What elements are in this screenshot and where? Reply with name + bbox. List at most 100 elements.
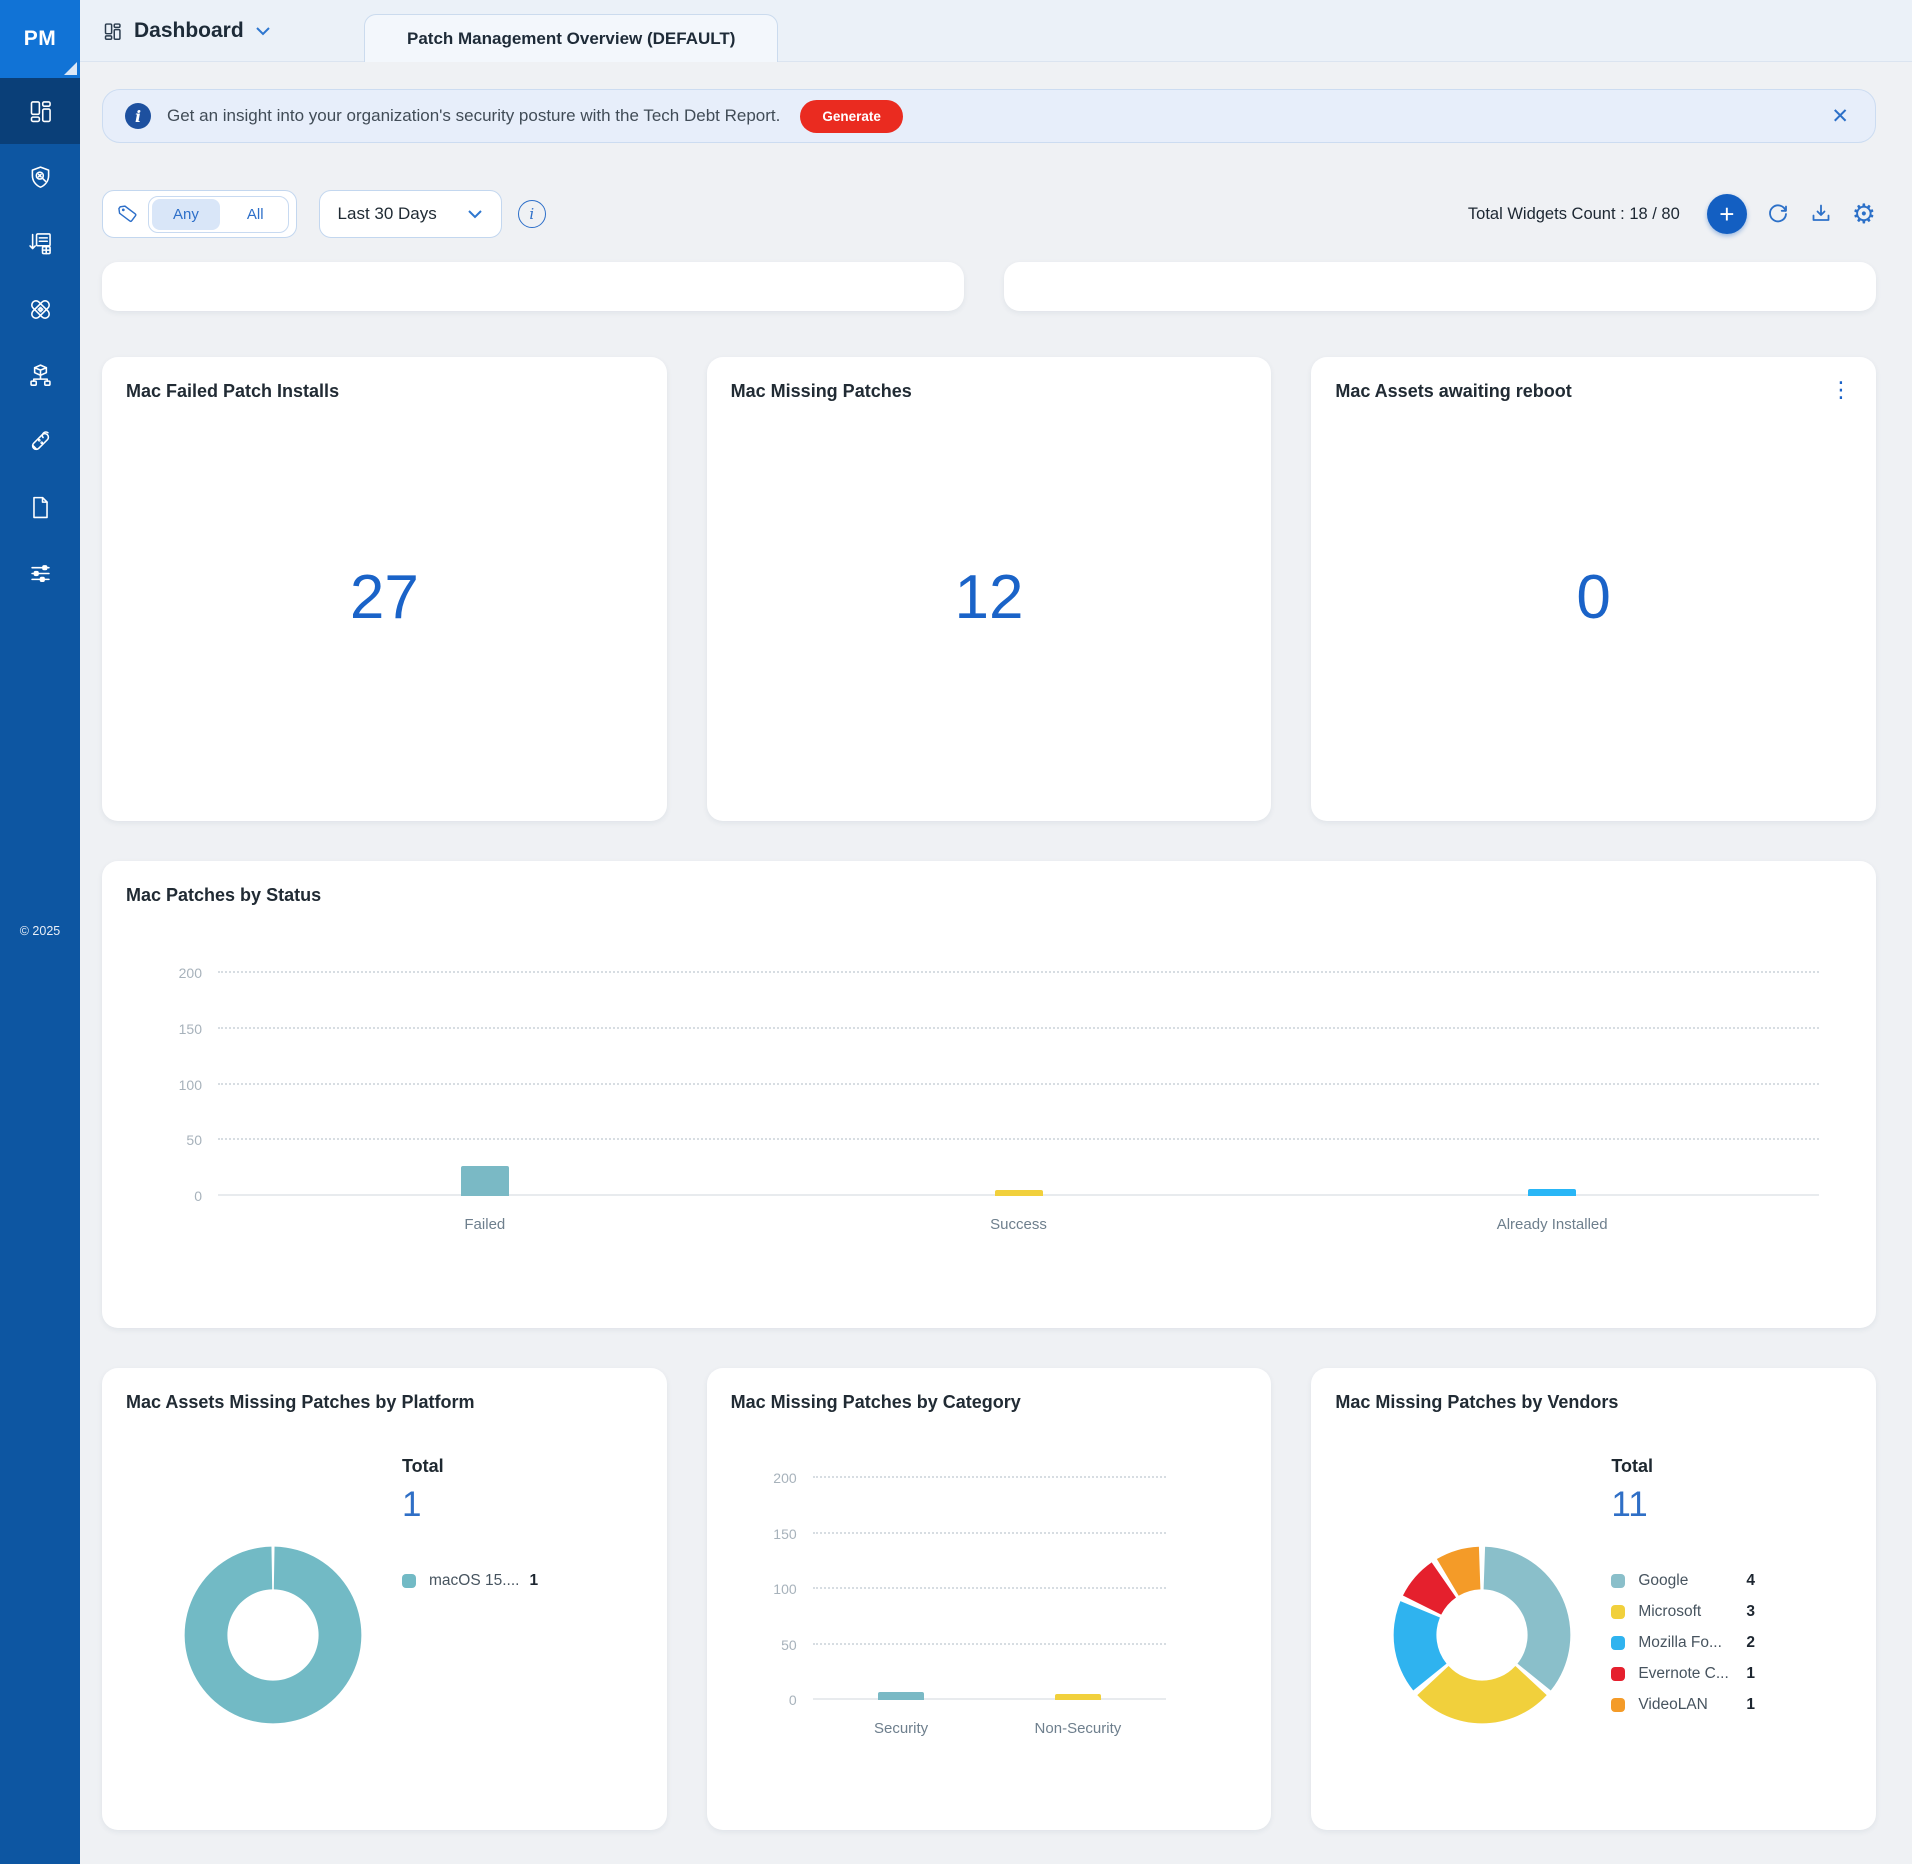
legend-item[interactable]: VideoLAN 1 xyxy=(1611,1689,1755,1720)
gridline: 100 xyxy=(218,1083,1819,1085)
legend-count: 4 xyxy=(1746,1572,1755,1590)
date-range-value: Last 30 Days xyxy=(338,204,437,224)
x-category-label: Security xyxy=(874,1720,928,1737)
sidebar-item-tools[interactable] xyxy=(0,408,80,474)
legend-swatch xyxy=(1611,1605,1625,1619)
y-tick-label: 100 xyxy=(179,1077,202,1093)
legend-label: Mozilla Fo... xyxy=(1638,1634,1746,1652)
network-inventory-icon xyxy=(27,362,54,389)
legend-count: 1 xyxy=(1746,1696,1755,1714)
donut-slice-microsoft[interactable] xyxy=(1418,1666,1547,1723)
widget-menu-kebab-icon[interactable]: ⋮ xyxy=(1822,373,1860,407)
settings-gear-icon: ⚙ xyxy=(1852,201,1876,228)
total-value: 11 xyxy=(1611,1485,1755,1525)
dashboard-grid-icon xyxy=(102,21,123,42)
bar-non-security[interactable] xyxy=(1055,1694,1101,1700)
stat-value: 0 xyxy=(1311,562,1876,633)
legend-swatch xyxy=(402,1574,416,1588)
widget-title: Mac Missing Patches by Category xyxy=(731,1392,1021,1413)
sidebar-item-dashboard[interactable] xyxy=(0,78,80,144)
security-scan-icon xyxy=(27,164,54,191)
legend-label: Microsoft xyxy=(1638,1603,1746,1621)
y-tick-label: 200 xyxy=(179,965,202,981)
sidebar-item-deploy[interactable] xyxy=(0,210,80,276)
bar-success[interactable] xyxy=(995,1190,1043,1196)
y-tick-label: 150 xyxy=(179,1021,202,1037)
widget-mac-assets-awaiting-reboot[interactable]: Mac Assets awaiting reboot ⋮ 0 xyxy=(1311,357,1876,821)
legend-swatch xyxy=(1611,1667,1625,1681)
settings-button[interactable]: ⚙ xyxy=(1852,201,1876,228)
legend-item[interactable]: Mozilla Fo... 2 xyxy=(1611,1627,1755,1658)
donut-chart-platform[interactable] xyxy=(178,1540,368,1730)
info-icon[interactable]: i xyxy=(518,200,546,228)
legend-item[interactable]: macOS 15.... 1 xyxy=(402,1565,538,1596)
legend-item[interactable]: Evernote C... 1 xyxy=(1611,1658,1755,1689)
widget-mac-patches-by-status: Mac Patches by Status 050100150200Failed… xyxy=(102,861,1876,1328)
legend: Google 4 Microsoft 3 Mozilla Fo... 2 xyxy=(1611,1565,1755,1720)
x-category-label: Failed xyxy=(464,1216,505,1233)
legend-item[interactable]: Google 4 xyxy=(1611,1565,1755,1596)
widget-mac-assets-missing-patches-by-platform: Mac Assets Missing Patches by Platform T… xyxy=(102,1368,667,1830)
match-option-any[interactable]: Any xyxy=(152,199,220,230)
copyright: © 2025 xyxy=(0,924,80,938)
donut-chart-vendors[interactable] xyxy=(1387,1540,1577,1730)
sidebar-item-settings[interactable] xyxy=(0,540,80,606)
sliders-icon xyxy=(27,560,54,587)
widget-mac-missing-patches[interactable]: Mac Missing Patches 12 xyxy=(707,357,1272,821)
legend-swatch xyxy=(1611,1698,1625,1712)
bar-failed[interactable] xyxy=(461,1166,509,1196)
patches-icon xyxy=(27,296,54,323)
dashboard-menu[interactable]: Dashboard xyxy=(102,0,271,62)
widget-mac-missing-patches-by-category: Mac Missing Patches by Category 05010015… xyxy=(707,1368,1272,1830)
legend-label: Evernote C... xyxy=(1638,1665,1746,1683)
match-option-all[interactable]: All xyxy=(226,199,285,230)
bar-security[interactable] xyxy=(878,1692,924,1700)
dashboard-icon xyxy=(27,98,54,125)
bottom-widgets-row: Mac Assets Missing Patches by Platform T… xyxy=(102,1368,1876,1830)
chevron-down-icon xyxy=(467,209,483,219)
gridline: 50 xyxy=(218,1138,1819,1140)
donut-summary: Total 1 macOS 15.... 1 xyxy=(402,1456,538,1596)
top-bar: Dashboard Patch Management Overview (DEF… xyxy=(80,0,1912,62)
y-tick-label: 100 xyxy=(773,1581,796,1597)
date-range-select[interactable]: Last 30 Days xyxy=(319,190,502,238)
gridline: 100 xyxy=(813,1587,1167,1589)
download-button[interactable] xyxy=(1809,202,1833,226)
generate-button[interactable]: Generate xyxy=(800,100,903,133)
add-widget-button[interactable]: + xyxy=(1707,194,1747,234)
app-logo-text: PM xyxy=(24,27,57,51)
total-label: Total xyxy=(1611,1456,1755,1477)
widget-mac-missing-patches-by-vendors: Mac Missing Patches by Vendors Total 11 … xyxy=(1311,1368,1876,1830)
legend-label: Google xyxy=(1638,1572,1746,1590)
partial-widget-card[interactable] xyxy=(102,262,964,311)
donut-slice-google[interactable] xyxy=(1484,1547,1571,1691)
widget-title: Mac Failed Patch Installs xyxy=(126,381,339,402)
sidebar-item-patches[interactable] xyxy=(0,276,80,342)
tab-patch-management-overview[interactable]: Patch Management Overview (DEFAULT) xyxy=(364,14,778,62)
deploy-report-icon xyxy=(27,230,54,257)
sidebar: PM xyxy=(0,0,80,1864)
stat-value: 12 xyxy=(707,562,1272,633)
gridline: 150 xyxy=(218,1027,1819,1029)
legend-count: 1 xyxy=(529,1572,538,1590)
sidebar-item-reports[interactable] xyxy=(0,474,80,540)
refresh-button[interactable] xyxy=(1766,202,1790,226)
legend-item[interactable]: Microsoft 3 xyxy=(1611,1596,1755,1627)
widget-toolbar: Total Widgets Count : 18 / 80 + ⚙ xyxy=(1468,194,1876,234)
widget-mac-failed-patch-installs[interactable]: Mac Failed Patch Installs 27 xyxy=(102,357,667,821)
legend-swatch xyxy=(1611,1636,1625,1650)
stat-cards-row: Mac Failed Patch Installs 27 Mac Missing… xyxy=(102,357,1876,821)
sidebar-item-inventory[interactable] xyxy=(0,342,80,408)
widget-title: Mac Assets Missing Patches by Platform xyxy=(126,1392,474,1413)
partial-widget-card[interactable] xyxy=(1004,262,1876,311)
legend-label: macOS 15.... xyxy=(429,1572,519,1590)
sidebar-item-security-scan[interactable] xyxy=(0,144,80,210)
donut-slice-macos-15[interactable] xyxy=(185,1547,362,1724)
bar-already-installed[interactable] xyxy=(1528,1189,1576,1196)
close-icon[interactable]: ✕ xyxy=(1831,106,1849,127)
app-logo[interactable]: PM xyxy=(0,0,80,78)
bar-chart-mac-missing-patches-by-category: 050100150200SecurityNon-Security xyxy=(813,1478,1167,1700)
y-tick-label: 50 xyxy=(186,1132,202,1148)
total-value: 1 xyxy=(402,1485,538,1525)
page-title: Dashboard xyxy=(134,19,244,43)
